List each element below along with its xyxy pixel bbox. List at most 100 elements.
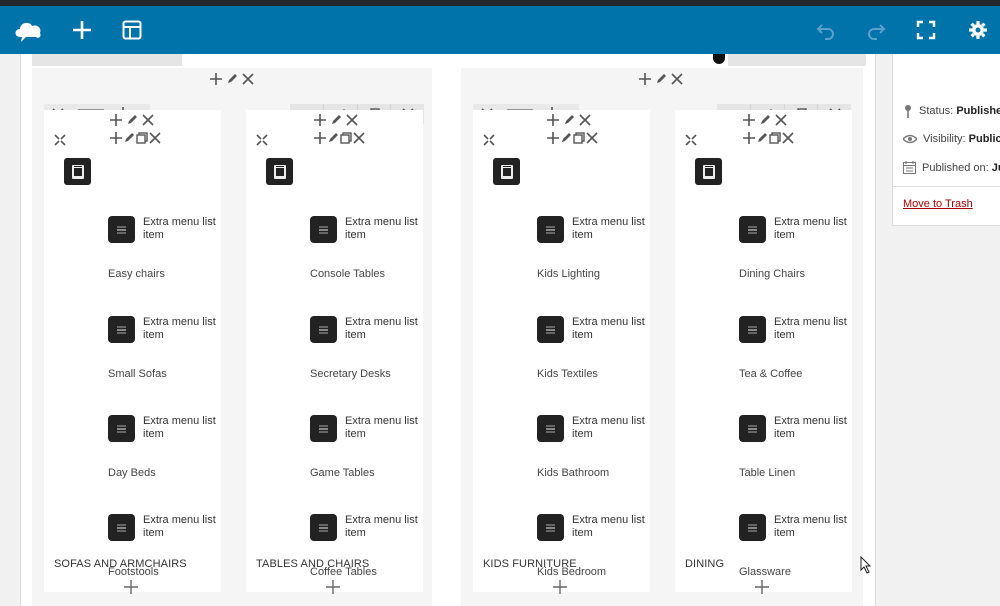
plus-icon[interactable] <box>110 132 122 147</box>
item-text: Extra menu list item <box>572 216 645 241</box>
close-icon[interactable] <box>353 132 365 147</box>
settings-button[interactable] <box>958 6 998 54</box>
fullscreen-button[interactable] <box>906 6 946 54</box>
add-element-button[interactable] <box>62 6 102 54</box>
item-text: Extra menu list item <box>774 316 847 341</box>
duplicate-icon[interactable] <box>136 132 148 147</box>
publish-box: Status: Publishe Visibility: Public Publ… <box>892 54 1000 226</box>
move-to-trash-link[interactable]: Move to Trash <box>903 198 973 210</box>
menu-column: Extra menu list item Dining Chairs Extra m… <box>675 110 852 594</box>
pencil-icon[interactable] <box>560 132 572 147</box>
expand-icon[interactable] <box>685 134 697 149</box>
item-text: Extra menu list item <box>143 316 216 341</box>
pencil-icon[interactable] <box>123 132 135 147</box>
undo-button[interactable] <box>806 6 846 54</box>
plus-icon[interactable] <box>110 114 122 129</box>
close-icon[interactable] <box>579 114 591 129</box>
item-label[interactable]: Day Beds <box>108 467 156 479</box>
status-value: Publishe <box>956 105 1000 117</box>
layout-button[interactable] <box>112 6 152 54</box>
plus-icon[interactable] <box>547 132 559 147</box>
item-text: Extra menu list item <box>774 514 847 539</box>
pencil-icon[interactable] <box>327 132 339 147</box>
widget-thumbnail[interactable] <box>493 158 520 185</box>
duplicate-icon[interactable] <box>340 132 352 147</box>
pencil-icon[interactable] <box>756 132 768 147</box>
duplicate-icon[interactable] <box>573 132 585 147</box>
item-text: Extra menu list item <box>345 316 418 341</box>
close-icon[interactable] <box>242 73 254 85</box>
item-label[interactable]: Kids Lighting <box>537 268 600 280</box>
item-thumbnail <box>108 415 135 442</box>
menu-column: Extra menu list item Kids Lighting Extra m… <box>473 110 650 594</box>
item-label[interactable]: Game Tables <box>310 467 375 479</box>
divider <box>893 186 1000 187</box>
item-thumbnail <box>108 216 135 243</box>
item-label[interactable]: Kids Bathroom <box>537 467 609 479</box>
widget-thumbnail[interactable] <box>266 158 293 185</box>
visibility-label: Visibility: <box>923 133 966 145</box>
item-thumbnail <box>108 316 135 343</box>
widget-thumbnail[interactable] <box>64 158 91 185</box>
pencil-icon[interactable] <box>759 114 771 129</box>
item-text: Extra menu list item <box>572 514 645 539</box>
plus-icon[interactable] <box>314 114 326 129</box>
close-icon[interactable] <box>346 114 358 129</box>
plus-icon[interactable] <box>210 73 222 85</box>
item-label[interactable]: Secretary Desks <box>310 368 391 380</box>
plus-icon[interactable] <box>743 114 755 129</box>
item-label[interactable]: Kids Textiles <box>537 368 598 380</box>
section-toolbar-right-partial <box>728 54 866 66</box>
redo-icon <box>868 24 886 40</box>
expand-icon[interactable] <box>54 134 66 149</box>
element-tools <box>547 132 598 147</box>
item-thumbnail <box>739 415 766 442</box>
element-tools <box>110 132 161 147</box>
plus-icon[interactable] <box>639 73 651 85</box>
item-thumbnail <box>310 415 337 442</box>
close-icon[interactable] <box>142 114 154 129</box>
item-label[interactable]: Small Sofas <box>108 368 167 380</box>
item-label[interactable]: Dining Chairs <box>739 268 805 280</box>
plus-icon[interactable] <box>547 114 559 129</box>
plus-icon[interactable] <box>743 132 755 147</box>
redo-button[interactable] <box>856 6 896 54</box>
close-icon[interactable] <box>149 132 161 147</box>
expand-icon[interactable] <box>483 134 495 149</box>
item-thumbnail <box>310 514 337 541</box>
item-thumbnail <box>537 316 564 343</box>
close-icon[interactable] <box>586 132 598 147</box>
add-element-button[interactable] <box>553 580 567 597</box>
close-icon[interactable] <box>775 114 787 129</box>
widget-thumbnail[interactable] <box>695 158 722 185</box>
item-thumbnail <box>537 415 564 442</box>
published-row: Published on: Ju <box>903 161 1000 174</box>
published-value: Ju <box>991 161 1000 174</box>
item-label[interactable]: Table Linen <box>739 467 795 479</box>
duplicate-icon[interactable] <box>769 132 781 147</box>
pencil-icon[interactable] <box>330 114 342 129</box>
add-element-button[interactable] <box>755 580 769 597</box>
eye-icon <box>903 134 917 144</box>
plus-icon <box>73 21 91 39</box>
item-label[interactable]: Easy chairs <box>108 268 165 280</box>
item-text: Extra menu list item <box>143 216 216 241</box>
pin-icon <box>905 105 911 118</box>
pencil-icon[interactable] <box>226 73 238 85</box>
item-label[interactable]: Glassware <box>739 566 791 578</box>
cloud-logo-icon[interactable] <box>8 6 48 54</box>
pencil-icon[interactable] <box>563 114 575 129</box>
expand-icon[interactable] <box>256 134 268 149</box>
item-label[interactable]: Tea & Coffee <box>739 368 802 380</box>
item-label[interactable]: Console Tables <box>310 268 385 280</box>
pencil-icon[interactable] <box>655 73 667 85</box>
add-element-button[interactable] <box>124 580 138 597</box>
group-tools <box>210 70 254 88</box>
plus-icon[interactable] <box>314 132 326 147</box>
item-thumbnail <box>739 316 766 343</box>
close-icon[interactable] <box>782 132 794 147</box>
pencil-icon[interactable] <box>126 114 138 129</box>
add-element-button[interactable] <box>326 580 340 597</box>
close-icon[interactable] <box>671 73 683 85</box>
element-tools <box>314 132 365 147</box>
